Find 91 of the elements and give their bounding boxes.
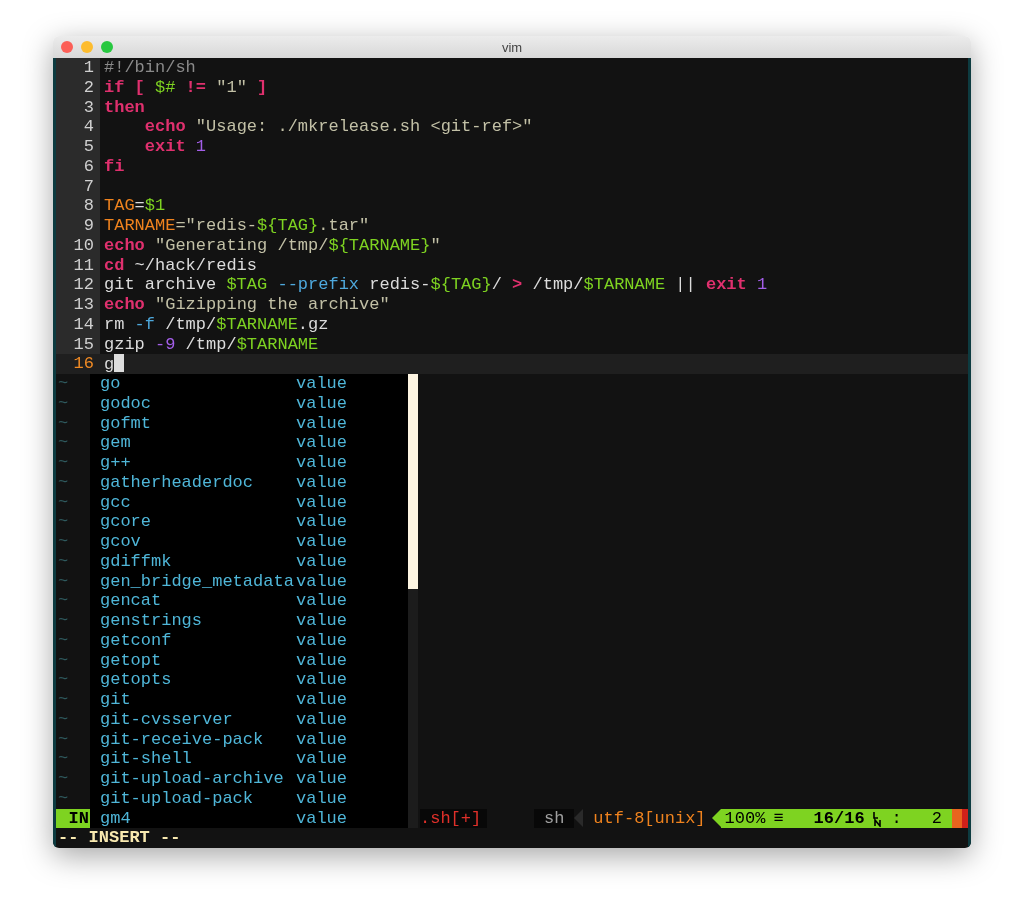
- code-line: exit 1: [143, 137, 207, 156]
- code-line: rm -f /tmp/$TARNAME.gz: [104, 314, 329, 334]
- code-line: if [ $# != "1" ]: [104, 77, 268, 97]
- line-number: 12: [56, 275, 100, 295]
- code-line: echo "Usage: ./mkrelease.sh <git-ref>": [143, 117, 533, 137]
- close-button[interactable]: [61, 41, 73, 53]
- empty-line-marker: ~: [57, 453, 69, 473]
- empty-line-marker: ~: [57, 769, 69, 789]
- completion-item[interactable]: gen_bridge_metadatavalue: [90, 571, 408, 592]
- completion-item[interactable]: getconf value: [90, 630, 408, 651]
- empty-line-marker: ~: [57, 571, 69, 592]
- code-line: TARNAME="redis-${TAG}.tar": [104, 216, 370, 235]
- scroll-percent: 100%: [723, 808, 766, 829]
- empty-line-marker: ~: [57, 709, 69, 730]
- completion-item[interactable]: gcov value: [90, 532, 408, 552]
- empty-line-marker: ~: [57, 591, 69, 611]
- empty-line-marker: ~: [57, 551, 69, 572]
- column-separator: :: [890, 808, 902, 829]
- completion-item[interactable]: git-receive-pack value: [90, 729, 408, 750]
- line-number-icon: [872, 810, 882, 827]
- code-line: git archive $TAG --prefix redis-${TAG}/ > /tmp/$TARNAME || exit 1: [104, 275, 768, 295]
- completion-item[interactable]: g++ value: [90, 453, 408, 473]
- completion-item[interactable]: gatherheaderdoc value: [90, 472, 408, 493]
- minimize-button[interactable]: [81, 41, 93, 53]
- file-type: sh: [533, 808, 575, 829]
- line-number: 6: [56, 156, 100, 177]
- completion-item[interactable]: gdiffmk value: [90, 551, 408, 572]
- completion-item[interactable]: godoc value: [90, 393, 408, 414]
- completion-item[interactable]: getopt value: [90, 650, 408, 671]
- empty-line-marker: ~: [57, 650, 69, 671]
- completion-item[interactable]: git-shell value: [90, 749, 408, 769]
- line-number: 8: [56, 196, 100, 216]
- line-number: 11: [56, 255, 100, 276]
- empty-line-marker: ~: [57, 611, 69, 631]
- cursor-position: 16/16: [812, 808, 865, 829]
- code-line: echo "Generating /tmp/${TARNAME}": [104, 235, 441, 255]
- code-line: TAG=$1: [104, 196, 166, 216]
- code-line: fi: [104, 156, 125, 176]
- empty-line-marker: ~: [57, 788, 69, 809]
- empty-line-marker: ~: [57, 472, 69, 493]
- code-line: then: [104, 97, 145, 117]
- completion-item[interactable]: gcore value: [90, 512, 408, 532]
- code-line: echo "Gizipping the archive": [104, 295, 390, 314]
- empty-line-marker: ~: [57, 393, 69, 414]
- code-line: #!/bin/sh: [104, 58, 196, 77]
- line-number: 4: [56, 117, 100, 137]
- completion-item[interactable]: genstrings value: [90, 611, 408, 631]
- completion-item[interactable]: git-upload-pack value: [90, 788, 408, 809]
- maximize-button[interactable]: [101, 41, 113, 53]
- line-number: 14: [56, 314, 100, 335]
- mode-indicator: IN: [56, 808, 90, 829]
- line-number: 15: [56, 334, 100, 355]
- column-number: 2: [930, 808, 943, 829]
- code-line: cd ~/hack/redis: [104, 255, 258, 275]
- scrollbar-thumb[interactable]: [408, 374, 418, 589]
- line-number: 7: [56, 176, 100, 197]
- line-number: 3: [56, 97, 100, 118]
- empty-line-marker: ~: [57, 690, 69, 710]
- empty-line-marker: ~: [57, 413, 69, 434]
- line-number: 10: [56, 235, 100, 256]
- empty-line-marker: ~: [57, 512, 69, 532]
- line-number: 1: [56, 58, 100, 78]
- empty-line-marker: ~: [57, 433, 69, 453]
- empty-line-marker: ~: [57, 749, 69, 769]
- mode-message: -- INSERT --: [58, 828, 181, 848]
- code-line: gzip -9 /tmp/$TARNAME: [104, 334, 319, 354]
- status-end-marker: [952, 808, 968, 829]
- empty-line-marker: ~: [57, 492, 69, 513]
- code-line: g: [104, 355, 115, 375]
- line-number: 13: [56, 295, 100, 315]
- completion-item[interactable]: git-cvsserver value: [90, 709, 408, 730]
- empty-line-marker: ~: [57, 374, 69, 394]
- empty-line-marker: ~: [57, 670, 69, 690]
- file-name: .sh[+]: [420, 808, 488, 829]
- empty-line-marker: ~: [57, 729, 69, 750]
- line-number: 2: [56, 77, 100, 98]
- completion-item[interactable]: gcc value: [90, 492, 408, 513]
- completion-item[interactable]: gofmt value: [90, 413, 408, 434]
- percent-symbol: ≡: [772, 808, 784, 829]
- completion-item[interactable]: gem value: [90, 433, 408, 453]
- completion-item[interactable]: git value: [90, 690, 408, 710]
- completion-item[interactable]: gm4 value: [90, 808, 408, 829]
- empty-line-marker: ~: [57, 630, 69, 651]
- empty-line-marker: ~: [57, 532, 69, 552]
- completion-item[interactable]: go value: [90, 374, 408, 394]
- window-title: vim: [501, 39, 523, 55]
- line-number: 9: [56, 216, 100, 236]
- line-number: 5: [56, 137, 100, 157]
- completion-item[interactable]: gencat value: [90, 591, 408, 611]
- completion-item[interactable]: getopts value: [90, 670, 408, 690]
- completion-item[interactable]: git-upload-archive value: [90, 769, 408, 789]
